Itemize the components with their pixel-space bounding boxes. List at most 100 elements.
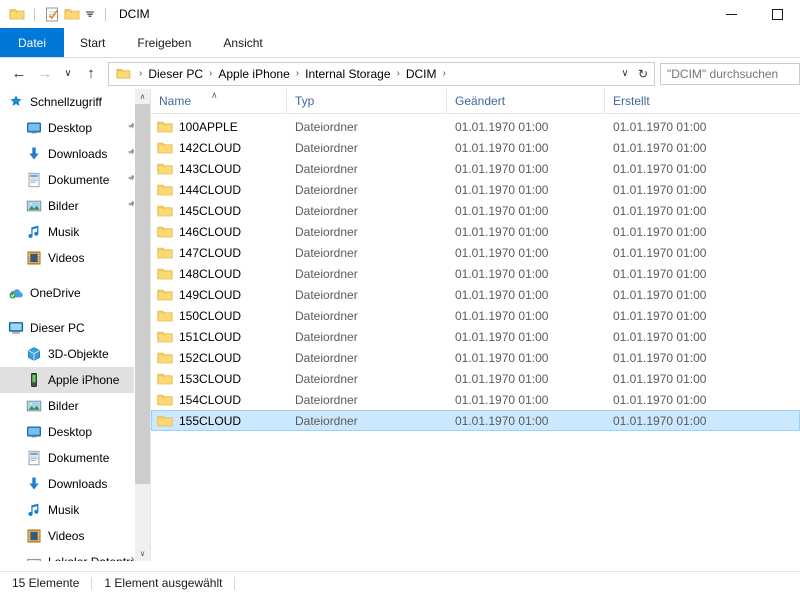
table-row[interactable]: 152CLOUD Dateiordner 01.01.1970 01:00 01.01… [151,347,800,368]
table-row[interactable]: 154CLOUD Dateiordner 01.01.1970 01:00 01.01… [151,389,800,410]
sidebar-item-videos[interactable]: Videos [0,245,150,271]
breadcrumb-item-dieser-pc[interactable]: Dieser PC [146,67,205,81]
sidebar-item-label: Lokaler Datenträ [48,555,137,561]
scroll-up-icon[interactable]: ∧ [135,89,150,104]
cell-created: 01.01.1970 01:00 [613,161,707,176]
sidebar-item-dokumente[interactable]: Dokumente [0,445,150,471]
sidebar-item-label: Dieser PC [30,321,85,335]
sidebar-item-dokumente[interactable]: Dokumente [0,167,150,193]
file-name-label: 142CLOUD [179,140,242,155]
table-row[interactable]: 155CLOUD Dateiordner 01.01.1970 01:00 01.01… [151,410,800,431]
file-name-label: 149CLOUD [179,287,242,302]
breadcrumb-sep-3[interactable]: › [393,68,404,79]
table-row[interactable]: 144CLOUD Dateiordner 01.01.1970 01:00 01.01… [151,179,800,200]
folder-icon[interactable] [7,4,27,24]
sidebar-item-downloads[interactable]: Downloads [0,471,150,497]
table-row[interactable]: 149CLOUD Dateiordner 01.01.1970 01:00 01.01… [151,284,800,305]
table-row[interactable]: 100APPLE Dateiordner 01.01.1970 01:00 01.01… [151,116,800,137]
cell-type: Dateiordner [295,329,358,344]
cell-name: 143CLOUD [152,162,287,176]
sidebar-item-videos[interactable]: Videos [0,523,150,549]
column-header-erstellt[interactable]: Erstellt [604,89,800,113]
column-header-geaendert[interactable]: Geändert [446,89,604,113]
folder-icon [157,267,173,281]
cell-created: 01.01.1970 01:00 [613,287,707,302]
sidebar-item-apple-iphone[interactable]: Apple iPhone [0,367,150,393]
table-row[interactable]: 142CLOUD Dateiordner 01.01.1970 01:00 01.01… [151,137,800,158]
nav-group-gap [0,271,150,280]
cell-name: 146CLOUD [152,225,287,239]
table-row[interactable]: 151CLOUD Dateiordner 01.01.1970 01:00 01.01… [151,326,800,347]
sidebar-item-desktop[interactable]: Desktop [0,115,150,141]
tab-ansicht[interactable]: Ansicht [207,28,278,57]
table-row[interactable]: 143CLOUD Dateiordner 01.01.1970 01:00 01.01… [151,158,800,179]
qat-chevron-down-icon[interactable] [82,4,98,24]
tab-freigeben[interactable]: Freigeben [121,28,207,57]
cell-name: 152CLOUD [152,351,287,365]
column-header-typ[interactable]: Typ [286,89,446,113]
breadcrumb-item-dcim[interactable]: DCIM [404,67,439,81]
file-list: 100APPLE Dateiordner 01.01.1970 01:00 01.01… [151,114,800,561]
sidebar-item-bilder[interactable]: Bilder [0,193,150,219]
sidebar-item-3d-objekte[interactable]: 3D-Objekte [0,341,150,367]
maximize-button[interactable] [754,0,800,28]
tab-datei[interactable]: Datei [0,28,65,57]
breadcrumb-item-internal-storage[interactable]: Internal Storage [303,67,392,81]
cell-modified: 01.01.1970 01:00 [455,245,549,260]
column-headers: Name ∧ Typ Geändert Erstellt [151,89,800,114]
sidebar-item-bilder[interactable]: Bilder [0,393,150,419]
pictures-icon [26,398,42,414]
sidebar-item-schnellzugriff[interactable]: Schnellzugriff [0,89,150,115]
cell-type: Dateiordner [295,182,358,197]
tab-start[interactable]: Start [64,28,121,57]
cell-modified: 01.01.1970 01:00 [455,413,549,428]
search-input[interactable]: "DCIM" durchsuchen [660,62,800,85]
column-header-name-label: Name [159,94,192,108]
back-button[interactable]: ← [6,61,32,87]
sidebar-item-lokaler-datentr[interactable]: Lokaler Datenträ [0,549,150,561]
sidebar-item-onedrive[interactable]: OneDrive [0,280,150,306]
sidebar-item-musik[interactable]: Musik [0,497,150,523]
breadcrumb-sep-2[interactable]: › [292,68,303,79]
table-row[interactable]: 150CLOUD Dateiordner 01.01.1970 01:00 01.01… [151,305,800,326]
file-name-label: 155CLOUD [179,413,242,428]
address-chevron-down-icon[interactable]: ∨ [616,68,634,79]
navigation-scrollbar[interactable]: ∧ ∨ [134,89,150,561]
breadcrumb-item-apple-iphone[interactable]: Apple iPhone [216,67,291,81]
new-folder-icon[interactable] [62,4,82,24]
up-button[interactable]: ↑ [78,61,104,87]
recent-locations-button[interactable]: ∨ [58,61,78,87]
cell-modified: 01.01.1970 01:00 [455,392,549,407]
sidebar-item-dieser-pc[interactable]: Dieser PC [0,315,150,341]
sort-ascending-icon: ∧ [211,90,218,100]
sidebar-item-musik[interactable]: Musik [0,219,150,245]
address-bar-row: ← → ∨ ↑ › Dieser PC › Apple iPhone › Int… [0,58,800,89]
document-icon [26,172,42,188]
scroll-down-icon[interactable]: ∨ [135,546,150,561]
refresh-icon[interactable]: ↻ [634,67,652,81]
cell-modified: 01.01.1970 01:00 [455,182,549,197]
table-row[interactable]: 148CLOUD Dateiordner 01.01.1970 01:00 01.01… [151,263,800,284]
properties-icon[interactable] [42,4,62,24]
table-row[interactable]: 147CLOUD Dateiordner 01.01.1970 01:00 01.01… [151,242,800,263]
table-row[interactable]: 146CLOUD Dateiordner 01.01.1970 01:00 01.01… [151,221,800,242]
sidebar-item-desktop[interactable]: Desktop [0,419,150,445]
file-name-label: 100APPLE [179,119,238,134]
sidebar-item-downloads[interactable]: Downloads [0,141,150,167]
folder-icon [157,288,173,302]
file-name-label: 152CLOUD [179,350,242,365]
document-icon [26,450,42,466]
table-row[interactable]: 145CLOUD Dateiordner 01.01.1970 01:00 01.01… [151,200,800,221]
minimize-button[interactable] [708,0,754,28]
address-bar[interactable]: › Dieser PC › Apple iPhone › Internal St… [108,61,655,86]
scrollbar-thumb[interactable] [135,104,150,484]
folder-icon [157,393,173,407]
breadcrumb-sep-4[interactable]: › [439,68,450,79]
column-header-name[interactable]: Name ∧ [151,89,286,113]
table-row[interactable]: 153CLOUD Dateiordner 01.01.1970 01:00 01.01… [151,368,800,389]
file-name-label: 144CLOUD [179,182,242,197]
breadcrumb-sep-1[interactable]: › [205,68,216,79]
forward-button[interactable]: → [32,61,58,87]
breadcrumb-folder-icon [112,67,135,80]
file-name-label: 150CLOUD [179,308,242,323]
